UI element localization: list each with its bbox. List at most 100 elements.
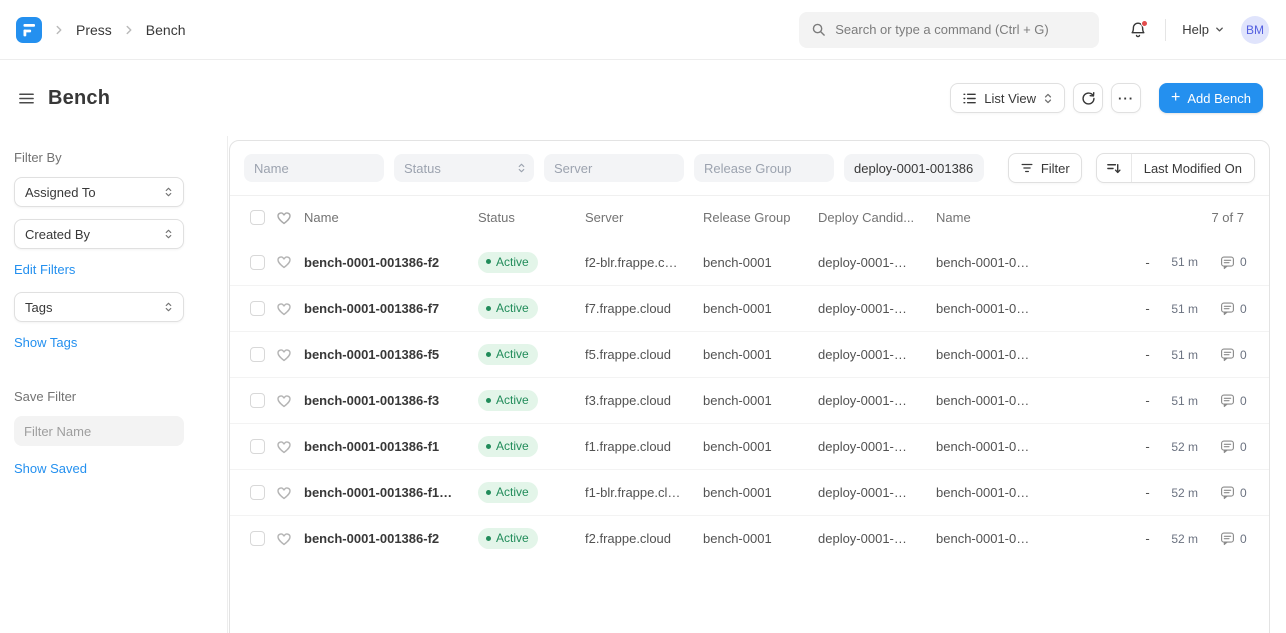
- comments-cell[interactable]: 0: [1210, 255, 1250, 270]
- list-view-icon: [962, 91, 977, 106]
- global-search[interactable]: [799, 12, 1099, 48]
- status-label: Active: [496, 439, 529, 453]
- table-row[interactable]: bench-0001-001386-f2 Active f2.frappe.cl…: [230, 515, 1269, 561]
- save-filter-label: Save Filter: [14, 389, 183, 404]
- comment-icon: [1220, 255, 1235, 270]
- row-checkbox[interactable]: [250, 485, 265, 500]
- bench-name: bench-0001-001386-f5: [304, 347, 478, 362]
- help-label: Help: [1182, 22, 1209, 37]
- release-group-cell: bench-0001: [703, 255, 818, 270]
- column-header-release-group[interactable]: Release Group: [703, 210, 818, 225]
- name2-cell: bench-0001-0…: [936, 531, 1135, 546]
- edit-filters-link[interactable]: Edit Filters: [14, 262, 75, 277]
- comment-count: 0: [1240, 440, 1247, 454]
- column-header-name[interactable]: Name: [304, 210, 478, 225]
- row-checkbox[interactable]: [250, 255, 265, 270]
- favorite-heart-icon[interactable]: [276, 531, 304, 547]
- column-header-status[interactable]: Status: [478, 210, 585, 225]
- comment-count: 0: [1240, 394, 1247, 408]
- row-checkbox[interactable]: [250, 439, 265, 454]
- table-row[interactable]: bench-0001-001386-f3 Active f3.frappe.cl…: [230, 377, 1269, 423]
- table-body: bench-0001-001386-f2 Active f2-blr.frapp…: [230, 239, 1269, 561]
- favorite-heart-icon[interactable]: [276, 301, 304, 317]
- column-header-name2[interactable]: Name: [936, 210, 1135, 225]
- filter-name-input[interactable]: [14, 416, 184, 446]
- sort-descending-icon: [1106, 161, 1121, 176]
- table-header: Name Status Server Release Group Deploy …: [230, 195, 1269, 239]
- column-header-deploy-candidate[interactable]: Deploy Candid...: [818, 210, 936, 225]
- deploy-candidate-cell: deploy-0001-…: [818, 439, 936, 454]
- created-by-select[interactable]: Created By: [14, 219, 184, 249]
- breadcrumb-item-bench[interactable]: Bench: [146, 22, 186, 38]
- tag-cell: -: [1135, 347, 1160, 362]
- favorite-heart-icon[interactable]: [276, 485, 304, 501]
- avatar[interactable]: BM: [1241, 16, 1269, 44]
- table-row[interactable]: bench-0001-001386-f7 Active f7.frappe.cl…: [230, 285, 1269, 331]
- assigned-to-select[interactable]: Assigned To: [14, 177, 184, 207]
- comments-cell[interactable]: 0: [1210, 485, 1250, 500]
- release-group-filter-input[interactable]: [694, 154, 834, 182]
- comments-cell[interactable]: 0: [1210, 301, 1250, 316]
- comment-count: 0: [1240, 532, 1247, 546]
- comment-icon: [1220, 393, 1235, 408]
- column-header-server[interactable]: Server: [585, 210, 703, 225]
- comments-cell[interactable]: 0: [1210, 531, 1250, 546]
- status-label: Active: [496, 301, 529, 315]
- sidebar-toggle-button[interactable]: [16, 88, 37, 109]
- tag-cell: -: [1135, 531, 1160, 546]
- table-row[interactable]: bench-0001-001386-f2 Active f2-blr.frapp…: [230, 239, 1269, 285]
- sort-direction-button[interactable]: [1097, 154, 1132, 182]
- table-row[interactable]: bench-0001-001386-f1… Active f1-blr.frap…: [230, 469, 1269, 515]
- select-all-checkbox[interactable]: [250, 210, 265, 225]
- favorite-heart-icon[interactable]: [276, 439, 304, 455]
- table-row[interactable]: bench-0001-001386-f1 Active f1.frappe.cl…: [230, 423, 1269, 469]
- status-badge: Active: [478, 390, 538, 411]
- server-cell: f7.frappe.cloud: [585, 301, 703, 316]
- comments-cell[interactable]: 0: [1210, 439, 1250, 454]
- top-navbar: Press Bench Help BM: [0, 0, 1286, 60]
- refresh-button[interactable]: [1073, 83, 1103, 113]
- modified-cell: 52 m: [1160, 486, 1210, 500]
- status-badge: Active: [478, 482, 538, 503]
- status-dot-icon: [486, 398, 491, 403]
- view-switcher-button[interactable]: List View: [950, 83, 1065, 113]
- chevron-updown-icon: [164, 186, 173, 198]
- notifications-button[interactable]: [1129, 21, 1147, 39]
- more-options-button[interactable]: ···: [1111, 83, 1141, 113]
- favorite-heart-icon[interactable]: [276, 347, 304, 363]
- status-badge: Active: [478, 252, 538, 273]
- deploy-candidate-filter-input[interactable]: [844, 154, 984, 182]
- status-dot-icon: [486, 444, 491, 449]
- filter-button[interactable]: Filter: [1008, 153, 1082, 183]
- row-checkbox[interactable]: [250, 301, 265, 316]
- tags-select[interactable]: Tags: [14, 292, 184, 322]
- add-bench-button[interactable]: + Add Bench: [1159, 83, 1263, 113]
- help-menu[interactable]: Help: [1182, 22, 1225, 37]
- status-filter-select[interactable]: Status: [394, 154, 534, 182]
- row-checkbox[interactable]: [250, 393, 265, 408]
- search-input[interactable]: [835, 22, 1087, 37]
- comments-cell[interactable]: 0: [1210, 347, 1250, 362]
- favorite-heart-icon[interactable]: [276, 393, 304, 409]
- name-filter-input[interactable]: [244, 154, 384, 182]
- modified-cell: 52 m: [1160, 440, 1210, 454]
- breadcrumb-item-press[interactable]: Press: [76, 22, 112, 38]
- status-dot-icon: [486, 306, 491, 311]
- deploy-candidate-cell: deploy-0001-…: [818, 393, 936, 408]
- favorite-heart-icon[interactable]: [276, 254, 304, 270]
- row-checkbox[interactable]: [250, 531, 265, 546]
- tag-cell: -: [1135, 301, 1160, 316]
- comments-cell[interactable]: 0: [1210, 393, 1250, 408]
- sort-field-button[interactable]: Last Modified On: [1132, 154, 1254, 182]
- server-filter-input[interactable]: [544, 154, 684, 182]
- row-checkbox[interactable]: [250, 347, 265, 362]
- avatar-initials: BM: [1246, 23, 1264, 37]
- chevron-updown-icon: [517, 162, 526, 174]
- table-row[interactable]: bench-0001-001386-f5 Active f5.frappe.cl…: [230, 331, 1269, 377]
- tag-cell: -: [1135, 393, 1160, 408]
- name2-cell: bench-0001-0…: [936, 301, 1135, 316]
- show-tags-link[interactable]: Show Tags: [14, 335, 77, 350]
- show-saved-link[interactable]: Show Saved: [14, 461, 87, 476]
- frappe-logo-icon[interactable]: [16, 17, 42, 43]
- bench-name: bench-0001-001386-f2: [304, 255, 478, 270]
